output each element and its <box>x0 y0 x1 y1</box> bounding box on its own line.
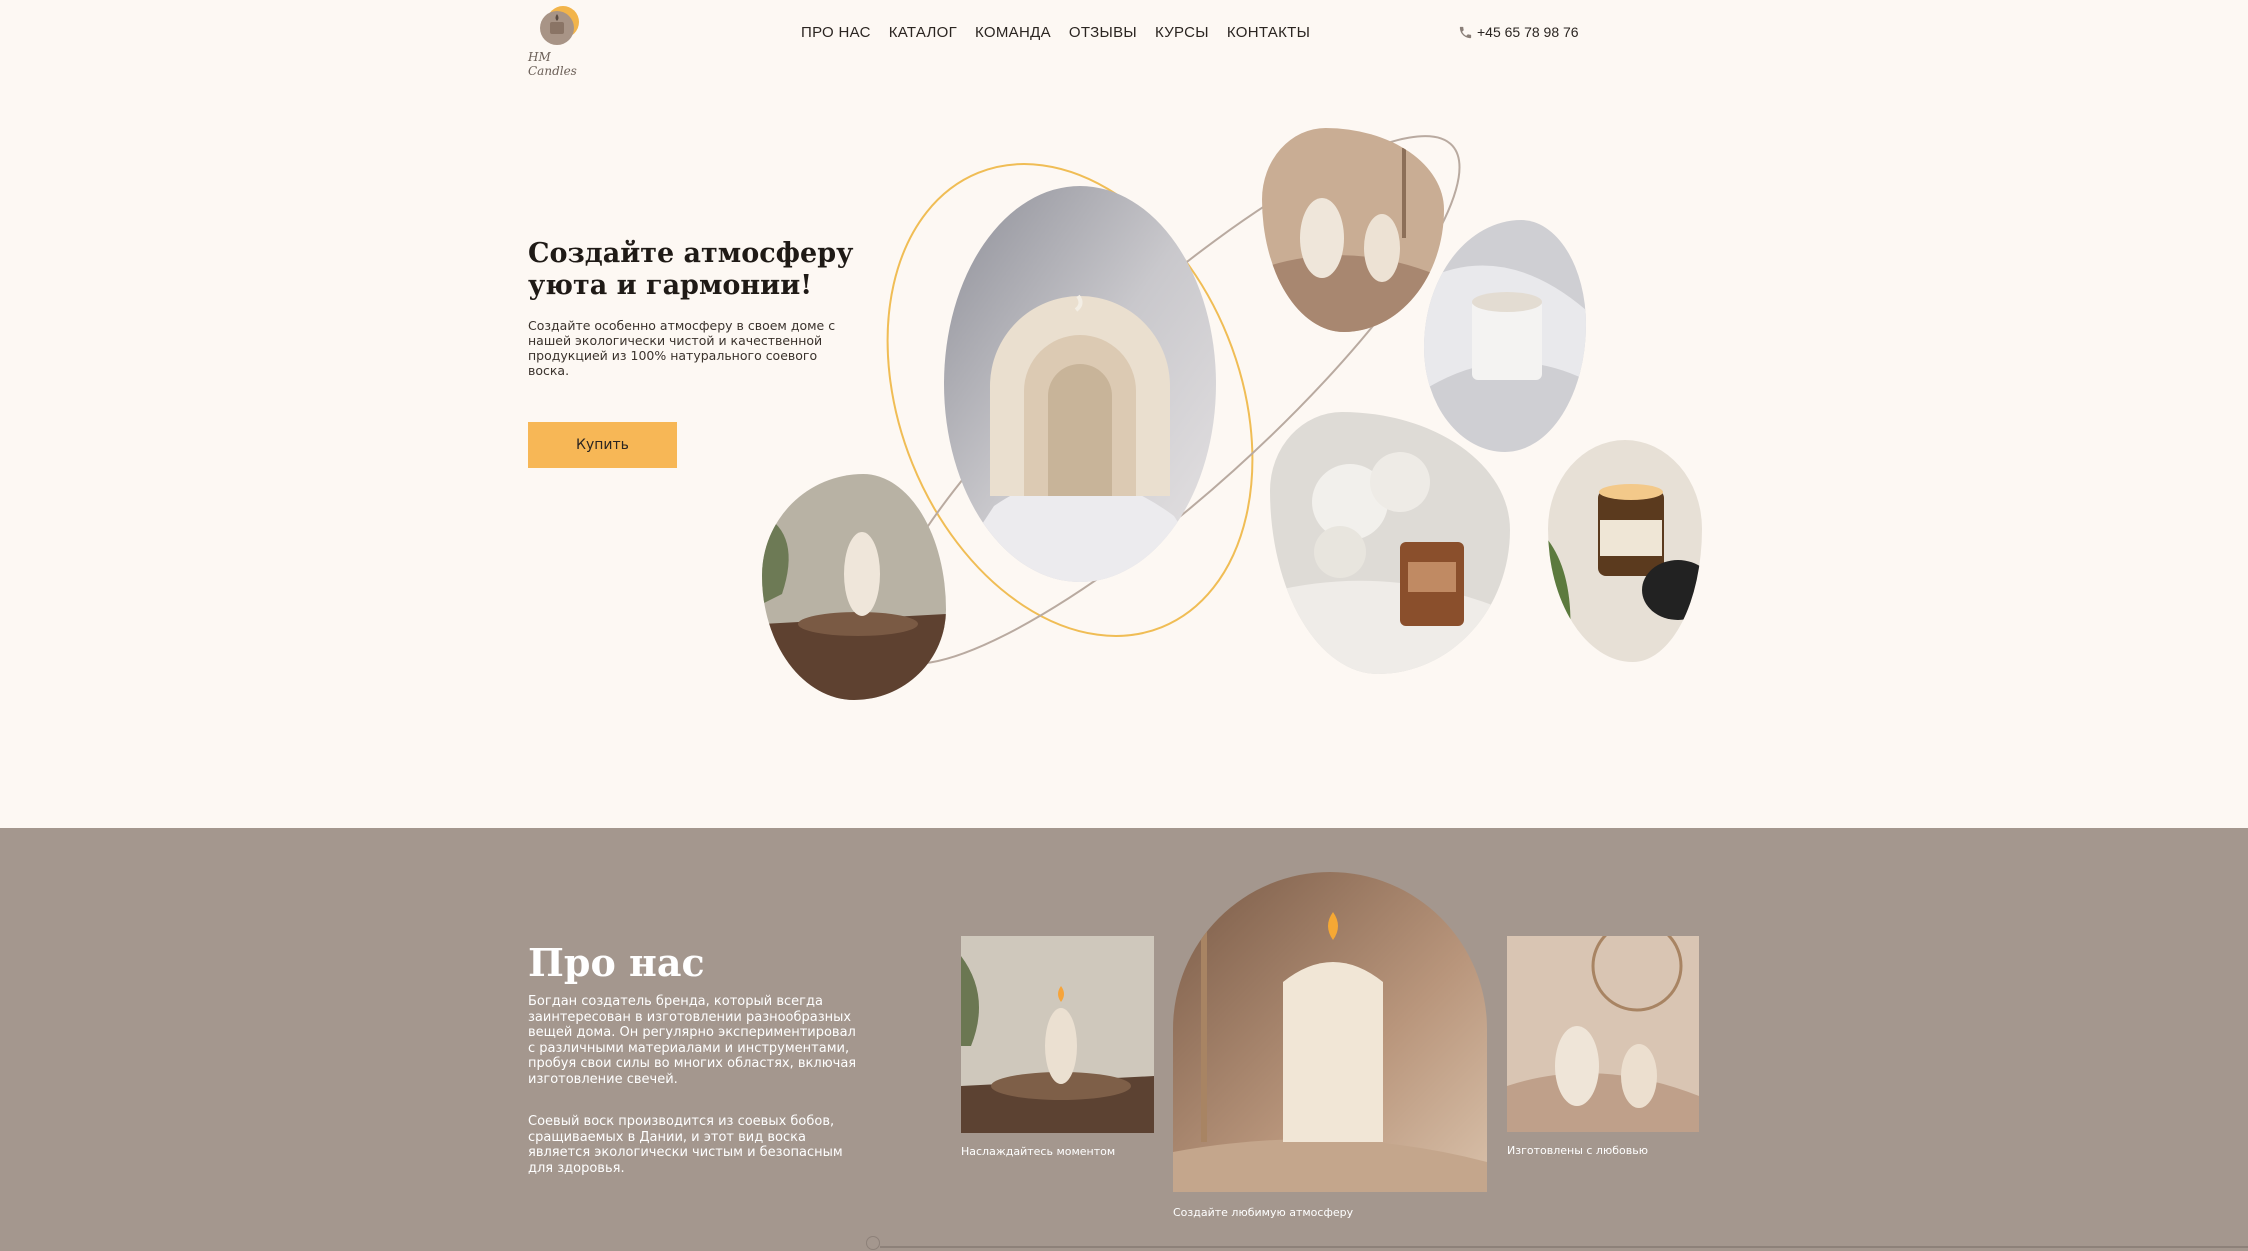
brand-logo[interactable]: HM Candles <box>528 4 592 78</box>
logo-text: HM Candles <box>528 50 577 78</box>
nav-team[interactable]: КОМАНДА <box>975 24 1051 41</box>
nav-catalog[interactable]: КАТАЛОГ <box>889 24 957 41</box>
about-photo-left <box>961 936 1154 1133</box>
phone-icon <box>1459 26 1472 38</box>
about-photo-center <box>1173 872 1487 1192</box>
main-nav: ПРО НАС КАТАЛОГ КОМАНДА ОТЗЫВЫ КУРСЫ КОН… <box>801 24 1310 41</box>
caption-center: Создайте любимую атмосферу <box>1173 1206 1354 1219</box>
nav-reviews[interactable]: ОТЗЫВЫ <box>1069 24 1137 41</box>
phone-number: +45 65 78 98 76 <box>1477 24 1579 40</box>
caption-left: Наслаждайтесь моментом <box>961 1145 1116 1158</box>
hero-photo-arch-candle <box>944 186 1216 582</box>
timeline-line <box>880 1246 2248 1248</box>
about-paragraph-1: Богдан создатель бренда, который всегда … <box>528 994 857 1087</box>
buy-button[interactable]: Купить <box>528 422 677 468</box>
phone-contact[interactable]: +45 65 78 98 76 <box>1458 24 1579 40</box>
logo-candle-icon <box>540 6 579 45</box>
nav-contacts[interactable]: КОНТАКТЫ <box>1227 24 1310 41</box>
about-title: Про нас <box>528 940 705 985</box>
nav-courses[interactable]: КУРСЫ <box>1155 24 1209 41</box>
timeline-dot <box>866 1236 880 1250</box>
about-photo-right <box>1507 936 1699 1132</box>
about-paragraph-2: Соевый воск производится из соевых бобов… <box>528 1114 843 1176</box>
nav-about[interactable]: ПРО НАС <box>801 24 871 41</box>
caption-right: Изготовлены с любовью <box>1507 1144 1648 1157</box>
